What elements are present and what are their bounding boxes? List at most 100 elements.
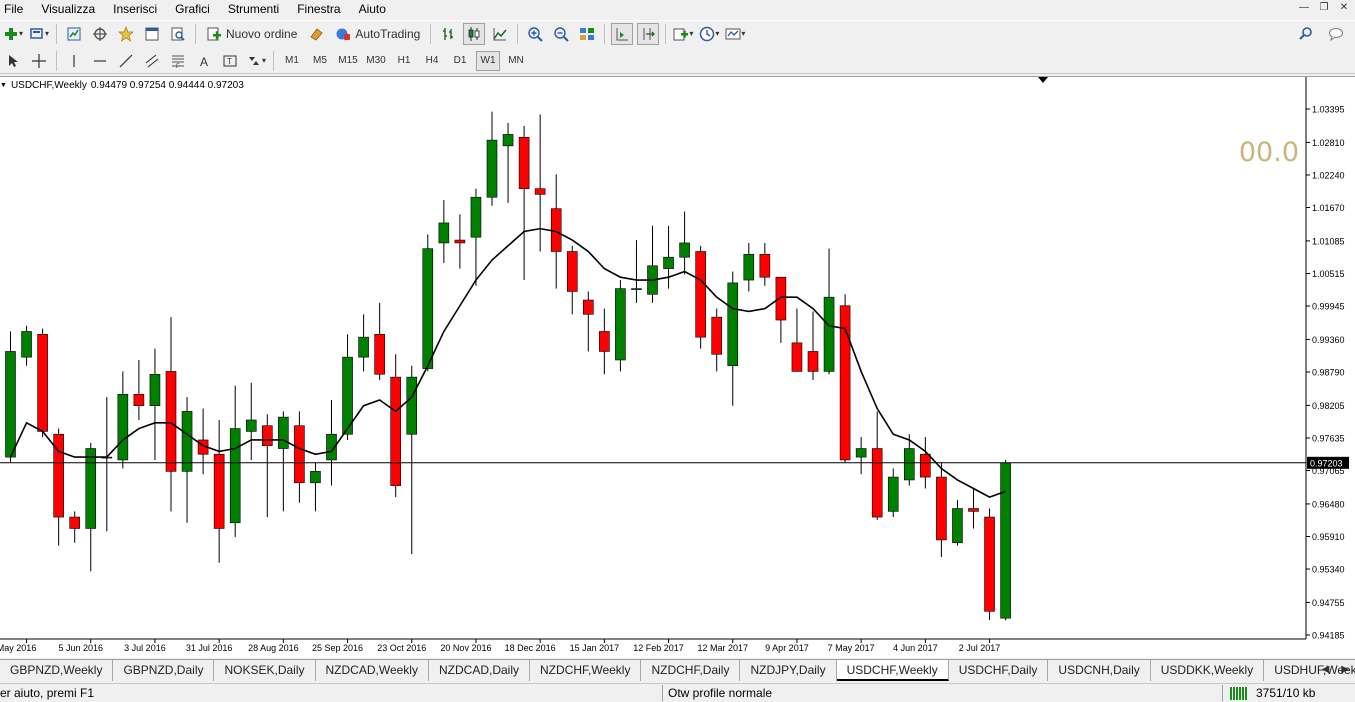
vertical-line-button[interactable] bbox=[63, 50, 85, 72]
menu-view[interactable]: Visualizza bbox=[32, 0, 104, 18]
tab-gbpnzd-weekly[interactable]: GBPNZD,Weekly bbox=[0, 660, 114, 681]
candle-bear bbox=[165, 371, 177, 472]
bar-chart-button[interactable] bbox=[437, 23, 459, 45]
indicators-button[interactable]: ▾ bbox=[672, 23, 694, 45]
menu-help[interactable]: Aiuto bbox=[350, 0, 395, 18]
favorites-button[interactable] bbox=[115, 23, 137, 45]
candlestick-button[interactable] bbox=[463, 22, 486, 45]
candle-bear bbox=[454, 239, 466, 244]
text-button[interactable]: A bbox=[193, 50, 215, 72]
timeframe-h4[interactable]: H4 bbox=[420, 51, 444, 71]
menu-insert[interactable]: Inserisci bbox=[104, 0, 166, 18]
tab-nzdcad-daily[interactable]: NZDCAD,Daily bbox=[429, 660, 530, 681]
timeframe-h1[interactable]: H1 bbox=[392, 51, 416, 71]
terminal-window: File Visualizza Inserisci Grafici Strume… bbox=[0, 0, 1355, 702]
tab-nzdchf-daily[interactable]: NZDCHF,Daily bbox=[641, 660, 741, 681]
menu-charts[interactable]: Grafici bbox=[166, 0, 219, 18]
timeframe-w1[interactable]: W1 bbox=[476, 50, 500, 71]
tab-noksek-daily[interactable]: NOKSEK,Daily bbox=[214, 660, 316, 681]
timeframe-m30[interactable]: M30 bbox=[364, 51, 388, 71]
candle-bear bbox=[695, 251, 706, 338]
new-chart-icon bbox=[4, 27, 17, 40]
channel-button[interactable] bbox=[141, 50, 163, 72]
price-chart[interactable]: 1.03395 1.02810 1.02240 1.01670 1.01085 1.005… bbox=[0, 77, 1355, 659]
menu-file[interactable]: File bbox=[0, 0, 32, 18]
horizontal-line-button[interactable] bbox=[89, 50, 111, 72]
status-connection[interactable]: 3751/10 kb bbox=[1230, 686, 1315, 700]
arrows-icon bbox=[248, 56, 259, 65]
timeframe-m1[interactable]: M1 bbox=[280, 51, 304, 71]
tab-scroll-left-icon[interactable]: ◀ bbox=[1322, 664, 1330, 675]
mdi-controls: — ❐ ✕ bbox=[1297, 2, 1351, 15]
price-tick-label: 1.03395 bbox=[1312, 105, 1345, 115]
candle-bear bbox=[69, 516, 80, 529]
tile-windows-button[interactable] bbox=[576, 23, 598, 45]
star-icon bbox=[118, 25, 134, 42]
trendline-button[interactable] bbox=[115, 50, 137, 72]
chart-shift-icon bbox=[643, 27, 656, 40]
price-tick-label: 0.97635 bbox=[1312, 433, 1345, 443]
time-tick-label: 15 Jan 2017 bbox=[570, 643, 620, 653]
toolbar-separator bbox=[665, 23, 667, 44]
tab-usdcnh-daily[interactable]: USDCNH,Daily bbox=[1048, 660, 1151, 681]
navigator-button[interactable] bbox=[89, 23, 111, 45]
menu-bar: File Visualizza Inserisci Grafici Strume… bbox=[0, 0, 1355, 18]
arrows-button[interactable]: ▾ bbox=[245, 50, 267, 72]
cursor-button[interactable] bbox=[2, 50, 24, 72]
profiles-button[interactable]: ▾ bbox=[28, 23, 50, 45]
chart-shift-button[interactable] bbox=[637, 22, 660, 45]
candle-bull bbox=[470, 196, 482, 238]
menu-window[interactable]: Finestra bbox=[288, 0, 349, 18]
svg-text:A: A bbox=[200, 55, 208, 69]
chart-symbol: USDCHF,Weekly bbox=[10, 80, 87, 91]
periods-button[interactable]: ▾ bbox=[698, 23, 720, 45]
tab-usdchf-weekly[interactable]: USDCHF,Weekly bbox=[836, 660, 949, 681]
templates-button[interactable]: ▾ bbox=[724, 23, 746, 45]
tab-nzdjpy-daily[interactable]: NZDJPY,Daily bbox=[740, 660, 837, 681]
tab-nzdcad-weekly[interactable]: NZDCAD,Weekly bbox=[316, 660, 429, 681]
candle-bear bbox=[390, 376, 402, 486]
autotrading-button[interactable]: AutoTrading bbox=[331, 23, 424, 45]
tab-usdchf-daily[interactable]: USDCHF,Daily bbox=[949, 660, 1049, 681]
timeframe-mn[interactable]: MN bbox=[504, 51, 528, 71]
close-icon[interactable]: ✕ bbox=[1337, 2, 1351, 15]
restore-icon[interactable]: ❐ bbox=[1317, 2, 1331, 15]
candle-bear bbox=[374, 334, 385, 375]
timeframe-m5[interactable]: M5 bbox=[308, 51, 332, 71]
timeframe-m15[interactable]: M15 bbox=[336, 51, 360, 71]
candle-bull bbox=[278, 416, 289, 449]
market-watch-button[interactable] bbox=[63, 23, 85, 45]
metaeditor-button[interactable] bbox=[305, 23, 327, 45]
candle-bear bbox=[566, 251, 578, 292]
chat-button[interactable] bbox=[1325, 23, 1347, 45]
terminal-button[interactable] bbox=[141, 23, 163, 45]
autotrading-label: AutoTrading bbox=[355, 26, 421, 41]
minimize-icon[interactable]: — bbox=[1297, 2, 1311, 15]
tab-gbpnzd-daily[interactable]: GBPNZD,Daily bbox=[113, 660, 215, 681]
chart-window[interactable]: 1.03395 1.02810 1.02240 1.01670 1.01085 1.005… bbox=[0, 76, 1355, 658]
fibonacci-button[interactable]: F bbox=[167, 50, 189, 72]
tab-usddkk-weekly[interactable]: USDDKK,Weekly bbox=[1151, 660, 1265, 681]
new-chart-button[interactable]: ▾ bbox=[2, 23, 24, 45]
tab-nzdchf-weekly[interactable]: NZDCHF,Weekly bbox=[530, 660, 642, 681]
line-chart-button[interactable] bbox=[489, 23, 511, 45]
candle-bull bbox=[1000, 462, 1011, 619]
candle-bull bbox=[149, 373, 161, 406]
toolbar-separator bbox=[604, 23, 606, 44]
timeframe-d1[interactable]: D1 bbox=[448, 51, 472, 71]
label-button[interactable]: T bbox=[219, 50, 241, 72]
new-order-button[interactable]: Nuovo ordine bbox=[202, 23, 301, 45]
menu-tools[interactable]: Strumenti bbox=[219, 0, 288, 18]
crosshair-button[interactable] bbox=[28, 50, 50, 72]
auto-scroll-button[interactable] bbox=[611, 22, 634, 45]
search-button[interactable] bbox=[1295, 23, 1317, 45]
tester-button[interactable] bbox=[167, 23, 189, 45]
tile-windows-icon bbox=[580, 27, 595, 40]
tab-scroll-right-icon[interactable]: ▶ bbox=[1341, 664, 1349, 675]
time-tick-label: May 2016 bbox=[0, 643, 36, 653]
price-tick-label: 1.02240 bbox=[1312, 170, 1345, 180]
caret-down-icon: ▼ bbox=[0, 82, 7, 89]
zoom-out-icon bbox=[554, 26, 570, 42]
zoom-in-button[interactable] bbox=[524, 23, 546, 45]
zoom-out-button[interactable] bbox=[550, 23, 572, 45]
